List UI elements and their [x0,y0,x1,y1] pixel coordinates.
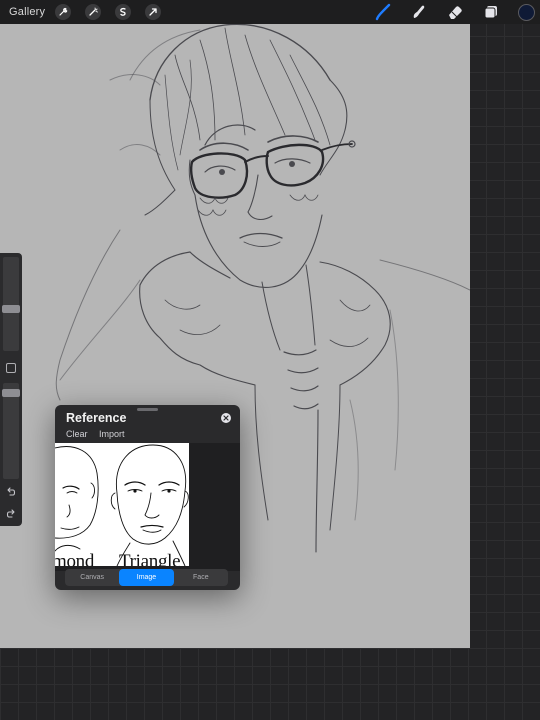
transform-arrow-icon[interactable] [145,4,162,20]
opacity-slider[interactable] [2,383,20,479]
magic-wand-icon[interactable] [85,4,102,20]
eraser-icon[interactable] [446,3,464,21]
left-sidebar [0,253,22,526]
reference-panel[interactable]: Reference Clear Import mond Triangle Can… [55,405,240,590]
close-icon[interactable] [221,413,231,423]
caption-left: mond [55,551,95,566]
opacity-thumb[interactable] [2,389,20,397]
color-picker-button[interactable] [518,3,535,21]
brush-size-slider[interactable] [2,257,20,351]
reference-caption: mond Triangle [55,551,189,566]
panel-drag-handle[interactable] [137,408,158,411]
wrench-icon[interactable] [55,4,72,20]
layers-icon[interactable] [482,3,500,21]
redo-icon[interactable] [5,507,17,519]
reference-actions: Clear Import [66,429,134,439]
selection-icon[interactable] [115,4,132,20]
reference-title: Reference [66,411,127,425]
brush-size-thumb[interactable] [2,305,20,313]
top-toolbar: Gallery [0,0,540,24]
caption-right: Triangle [119,551,181,566]
tab-face[interactable]: Face [174,569,228,586]
import-button[interactable]: Import [99,429,125,439]
smudge-icon[interactable] [410,3,428,21]
tab-image[interactable]: Image [119,569,174,586]
reference-image-area[interactable]: mond Triangle [55,443,240,571]
undo-icon[interactable] [5,485,17,497]
clear-button[interactable]: Clear [66,429,88,439]
brush-icon[interactable] [374,3,392,21]
reference-mode-control: Canvas Image Face [65,569,228,586]
reference-image: mond Triangle [55,443,189,566]
tab-canvas[interactable]: Canvas [65,569,119,586]
square-modify-icon[interactable] [6,363,16,373]
gallery-button[interactable]: Gallery [9,6,45,18]
